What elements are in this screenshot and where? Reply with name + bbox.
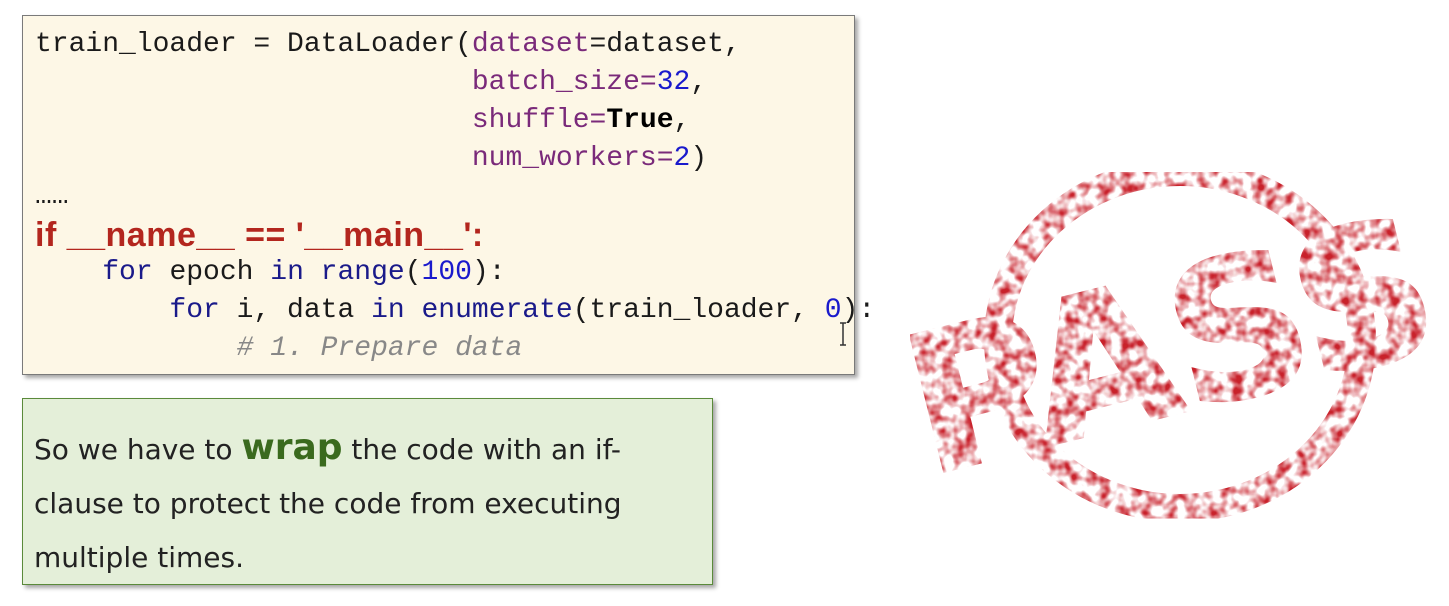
code-number: 100 — [421, 257, 472, 288]
code-line-1: train_loader = DataLoader(dataset=datase… — [35, 26, 875, 64]
code-op: = — [589, 105, 607, 136]
code-text: ): — [471, 257, 506, 288]
main-guard-line: if __name__ == '__main__': — [35, 216, 484, 254]
code-text: train_loader = DataLoader( — [35, 29, 472, 60]
code-text: i, data — [219, 295, 372, 326]
note-emphasis: wrap — [241, 427, 343, 468]
code-op: = — [639, 67, 657, 98]
code-number: 2 — [673, 143, 691, 174]
code-text: epoch — [152, 257, 271, 288]
code-text: (train_loader, — [572, 295, 825, 326]
pass-stamp-icon: PASS — [910, 158, 1430, 522]
code-ellipsis: …… — [35, 181, 69, 212]
code-constant: True — [606, 105, 674, 136]
code-keyword: in — [270, 257, 304, 288]
code-arg: num_workers — [471, 143, 657, 174]
code-comment: # 1. Prepare data — [236, 333, 523, 364]
code-snippet-panel: train_loader = DataLoader(dataset=datase… — [22, 15, 875, 375]
code-text: ) — [690, 143, 708, 174]
stamp-text: PASS — [910, 175, 1430, 519]
code-text: , — [690, 67, 708, 98]
code-arg: batch_size — [471, 67, 640, 98]
code-line-7: for i, data in enumerate(train_loader, 0… — [35, 292, 875, 330]
code-op: = — [656, 143, 674, 174]
code-line-4: num_workers=2) — [35, 140, 875, 178]
code-text: =dataset, — [589, 29, 741, 60]
note-text: So we have to — [34, 433, 242, 466]
code-number: 32 — [656, 67, 691, 98]
code-arg: dataset — [471, 29, 590, 60]
code-block: train_loader = DataLoader(dataset=datase… — [35, 26, 875, 368]
code-line-2: batch_size=32, — [35, 64, 875, 102]
explanation-text: So we have to wrap the code with an if-c… — [34, 421, 704, 585]
code-line-3: shuffle=True, — [35, 102, 875, 140]
code-keyword: for — [102, 257, 153, 288]
code-text: ( — [404, 257, 422, 288]
code-keyword: for — [169, 295, 220, 326]
code-function: enumerate — [404, 295, 573, 326]
code-line-8: # 1. Prepare data — [35, 330, 875, 368]
code-function: range — [303, 257, 405, 288]
code-arg: shuffle — [471, 105, 590, 136]
text-cursor-icon — [840, 322, 846, 346]
code-keyword: in — [371, 295, 405, 326]
code-line-6: for epoch in range(100): — [35, 254, 875, 292]
explanation-callout: So we have to wrap the code with an if-c… — [22, 398, 713, 585]
code-text: , — [673, 105, 691, 136]
